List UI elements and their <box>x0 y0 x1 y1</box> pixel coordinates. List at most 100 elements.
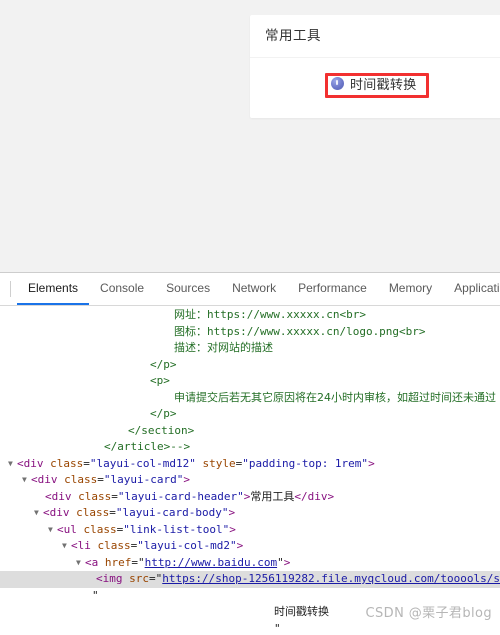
dom-line[interactable]: 描述：对网站的描述 <box>0 340 500 357</box>
code-token: li <box>78 539 91 552</box>
dom-line[interactable]: " <box>0 621 500 635</box>
code-token: div <box>52 490 72 503</box>
dom-line[interactable]: </article>--> <box>0 439 500 456</box>
devtools-tab-bar: ElementsConsoleSourcesNetworkPerformance… <box>0 273 500 306</box>
code-token: <p> <box>150 374 170 387</box>
code-token: > <box>229 523 236 536</box>
code-token: "layui-card-header" <box>118 490 244 503</box>
code-token: https://shop-1256119282.file.myqcloud.co… <box>162 572 500 585</box>
card-header-title: 常用工具 <box>250 15 500 58</box>
dom-line[interactable]: ▼<div class="layui-col-md12" style="padd… <box>0 456 500 473</box>
code-token: = <box>83 457 90 470</box>
tab-memory[interactable]: Memory <box>378 273 443 305</box>
code-token: < <box>57 523 64 536</box>
code-token: < <box>31 473 38 486</box>
code-token: "layui-card-body" <box>116 506 229 519</box>
code-token: 常用工具 <box>250 490 294 503</box>
code-token: "layui-col-md12" <box>90 457 196 470</box>
code-token: > <box>284 556 291 569</box>
code-token: </ <box>294 490 307 503</box>
dom-line[interactable]: </p> <box>0 406 500 423</box>
code-token: http://www.baidu.com <box>145 556 277 569</box>
dom-line[interactable]: <p> <box>0 373 500 390</box>
dom-tree-view[interactable]: 网址：https://www.xxxxx.cn<br>图标：https://ww… <box>0 306 500 635</box>
code-token: div <box>50 506 70 519</box>
dom-line[interactable]: ▼<div class="layui-card-body"> <box>0 505 500 522</box>
link-list-tool: 时间戳转换 <box>250 58 500 118</box>
dom-line[interactable]: </p> <box>0 357 500 374</box>
code-token: > <box>368 457 375 470</box>
code-token: class <box>64 473 97 486</box>
browser-page-viewport: 常用工具 时间戳转换 <box>0 0 500 272</box>
code-token: = <box>97 473 104 486</box>
code-token: = <box>109 506 116 519</box>
code-token: > <box>228 506 235 519</box>
code-token: img <box>103 572 123 585</box>
code-token: class <box>84 523 117 536</box>
code-token: div <box>308 490 328 503</box>
dom-line[interactable]: ▼<li class="layui-col-md2"> <box>0 538 500 555</box>
dom-line[interactable]: 申请提交后若无其它原因将在24小时内审核，如超过时间还未通过 <box>0 390 500 407</box>
code-token: div <box>38 473 58 486</box>
code-token: 网址： <box>174 308 207 321</box>
code-token <box>98 556 105 569</box>
tab-application[interactable]: Application <box>443 273 500 305</box>
code-token <box>77 523 84 536</box>
code-token: class <box>98 539 131 552</box>
layui-card-common-tools: 常用工具 时间戳转换 <box>250 15 500 118</box>
code-token: 申请提交后若无其它原因将在24小时内审核，如超过时间还未通过 <box>174 391 496 404</box>
chevron-down-icon[interactable]: ▼ <box>8 456 17 473</box>
dom-line[interactable]: ▼<div class="layui-card"> <box>0 472 500 489</box>
code-token: 时间戳转换 <box>274 605 329 618</box>
code-token: " <box>277 556 284 569</box>
code-token: </p> <box>150 358 177 371</box>
dom-line-selected[interactable]: <img src="https://shop-1256119282.file.m… <box>0 571 500 588</box>
code-token: < <box>43 506 50 519</box>
clock-circle-icon <box>331 77 344 90</box>
tool-link-timestamp-converter[interactable]: 时间戳转换 <box>325 71 423 96</box>
code-token: < <box>85 556 92 569</box>
code-token: </section> <box>128 424 194 437</box>
chevron-down-icon[interactable]: ▼ <box>76 555 85 572</box>
tool-link-label: 时间戳转换 <box>350 74 417 93</box>
code-token: "padding-top: 1rem" <box>242 457 368 470</box>
dom-line[interactable]: 图标：https://www.xxxxx.cn/logo.png<br> <box>0 324 500 341</box>
code-token: 描述：对网站的描述 <box>174 341 273 354</box>
code-token: "layui-card" <box>104 473 183 486</box>
chevron-down-icon[interactable]: ▼ <box>48 522 57 539</box>
code-token: " <box>138 556 145 569</box>
code-token: src <box>129 572 149 585</box>
code-token: style <box>202 457 235 470</box>
tab-sources[interactable]: Sources <box>155 273 221 305</box>
code-token: "layui-col-md2" <box>137 539 236 552</box>
tab-elements[interactable]: Elements <box>17 273 89 305</box>
tab-console[interactable]: Console <box>89 273 155 305</box>
code-token: "link-list-tool" <box>123 523 229 536</box>
dom-line[interactable]: ▼<ul class="link-list-tool"> <box>0 522 500 539</box>
code-token: href <box>105 556 132 569</box>
code-token <box>91 539 98 552</box>
dom-line[interactable]: <div class="layui-card-header">常用工具</div… <box>0 489 500 506</box>
card-body: 时间戳转换 <box>250 58 500 118</box>
code-token: = <box>131 556 138 569</box>
code-token: " <box>92 589 99 602</box>
code-token: https://www.xxxxx.cn<br> <box>207 308 366 321</box>
code-token: div <box>24 457 44 470</box>
dom-line[interactable]: ▼<a href="http://www.baidu.com"> <box>0 555 500 572</box>
dom-line[interactable]: </section> <box>0 423 500 440</box>
chevron-down-icon[interactable]: ▼ <box>34 505 43 522</box>
list-item: 时间戳转换 <box>325 71 423 96</box>
chevron-down-icon[interactable]: ▼ <box>22 472 31 489</box>
tab-network[interactable]: Network <box>221 273 287 305</box>
chevron-down-icon[interactable]: ▼ <box>62 538 71 555</box>
code-token: " <box>274 622 281 635</box>
code-token: class <box>76 506 109 519</box>
code-token: < <box>17 457 24 470</box>
code-token: 图标： <box>174 325 207 338</box>
dom-line[interactable]: 网址：https://www.xxxxx.cn<br> <box>0 307 500 324</box>
code-token: > <box>183 473 190 486</box>
tab-performance[interactable]: Performance <box>287 273 378 305</box>
code-token: > <box>327 490 334 503</box>
devtools-panel: ElementsConsoleSourcesNetworkPerformance… <box>0 272 500 635</box>
code-token: = <box>149 572 156 585</box>
